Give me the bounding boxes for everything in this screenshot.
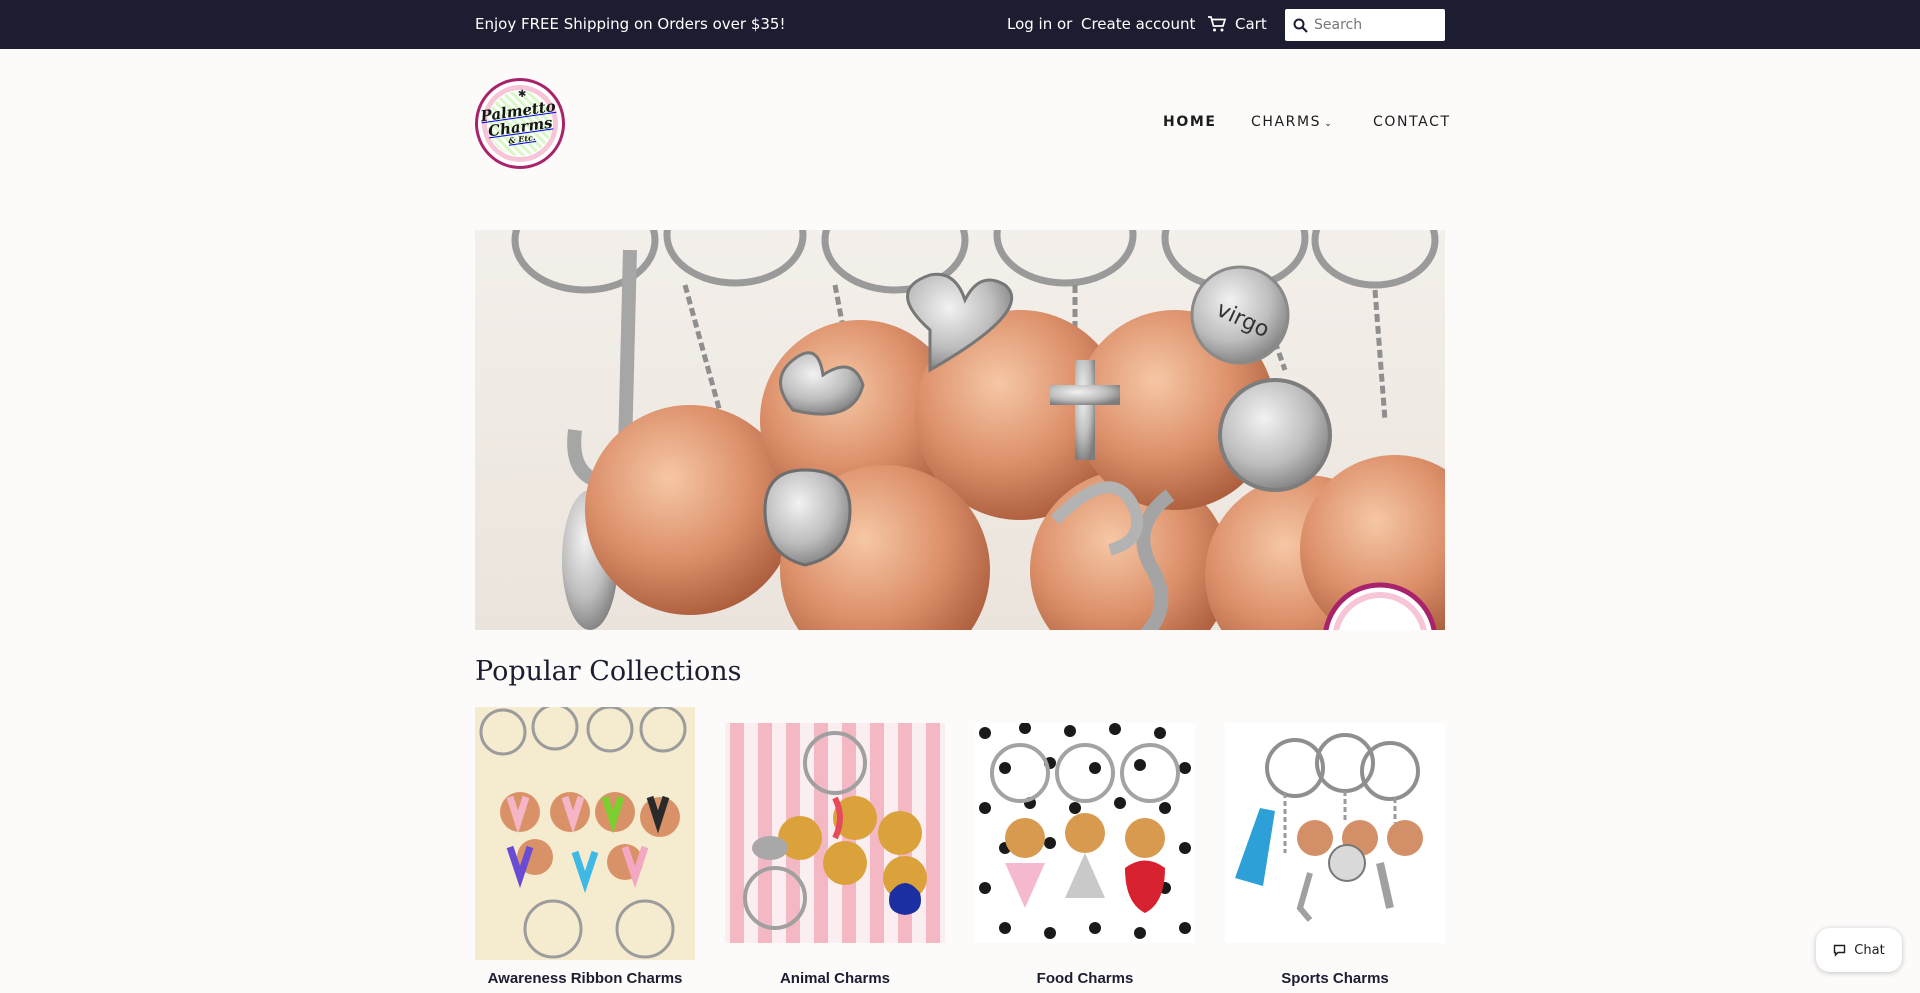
cart-link[interactable]: Cart [1207, 13, 1267, 35]
cart-icon [1208, 16, 1227, 32]
chevron-down-icon: ⌄ [1324, 119, 1334, 129]
collection-label-food: Food Charms [1036, 970, 1134, 987]
collection-label-animal: Animal Charms [779, 970, 891, 987]
collection-label-sports: Sports Charms [1281, 970, 1389, 987]
announcement-bar: Enjoy FREE Shipping on Orders over $35! … [0, 0, 1920, 49]
collection-image-food [975, 723, 1195, 943]
search-icon[interactable] [1293, 18, 1308, 33]
hero-banner[interactable]: virgo [475, 230, 1445, 630]
popular-collections-title: Popular Collections [475, 656, 742, 687]
chat-label: Chat [1854, 942, 1885, 958]
hero-image: virgo [511, 230, 1445, 630]
create-account-link[interactable]: Create account [1081, 15, 1195, 33]
search-input[interactable] [1314, 17, 1434, 33]
nav-contact[interactable]: CONTACT [1373, 114, 1451, 130]
promo-text: Enjoy FREE Shipping on Orders over $35! [475, 15, 786, 33]
cart-label: Cart [1235, 15, 1267, 33]
nav-home[interactable]: HOME [1163, 114, 1217, 130]
search-box[interactable] [1285, 9, 1445, 41]
palm-tree-icon: ✱ [518, 89, 527, 100]
or-text: or [1057, 15, 1073, 33]
collection-image-awareness [475, 707, 695, 960]
chat-button[interactable]: Chat [1816, 928, 1902, 972]
collection-label-awareness: Awareness Ribbon Charms [487, 970, 683, 987]
collection-image-sports [1225, 723, 1445, 943]
site-logo[interactable]: ✱ Palmetto Charms & Etc. [475, 78, 565, 169]
nav-charms-label: CHARMS [1251, 114, 1322, 130]
collection-image-animal [725, 723, 945, 943]
login-link[interactable]: Log in [1007, 15, 1052, 33]
chat-icon [1834, 944, 1846, 957]
nav-charms[interactable]: CHARMS ⌄ [1251, 114, 1333, 130]
